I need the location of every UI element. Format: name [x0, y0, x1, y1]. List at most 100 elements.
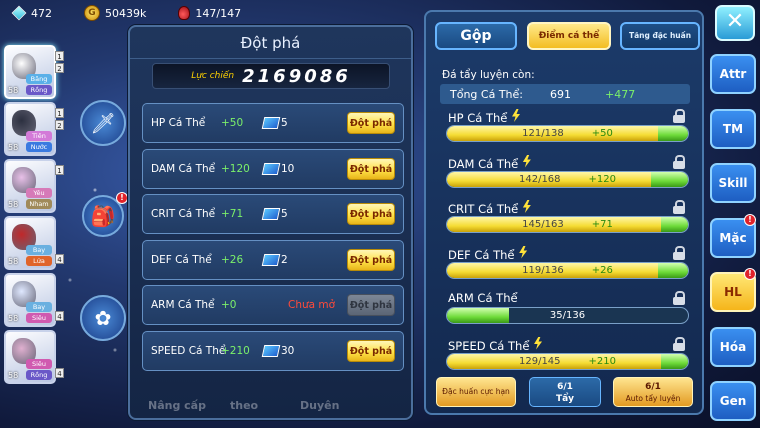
bag-notification-badge: ! [116, 192, 128, 204]
pet-card[interactable]: 58 Tiên Nước 1 2 [4, 102, 64, 156]
stat-name: DEF Cá Thể [151, 253, 212, 266]
pet-card[interactable]: 58 Siêu Rồng 4 [4, 330, 64, 384]
stat-bar-bonus: +71 [591, 219, 613, 230]
pet-slot-number: 1 [55, 108, 64, 118]
sword-icon: 🗡 [90, 111, 116, 135]
stat-label: HP Cá Thể [448, 109, 521, 125]
scroll-cost: 5 [261, 208, 288, 220]
side-tab-attr[interactable]: Attr [710, 54, 756, 94]
stat-name: CRIT Cá Thể [151, 208, 216, 220]
breakthrough-button[interactable]: Đột phá [347, 294, 395, 316]
bolt-icon [534, 336, 543, 350]
gold-count: 50439k [105, 6, 147, 20]
breakthrough-row: CRIT Cá Thể +71 5 Đột phá [142, 194, 404, 234]
individual-points-panel: Gộp Điểm cá thể Tăng đặc huấn Đá tẩy luy… [424, 10, 704, 415]
tab-special-training[interactable]: Tăng đặc huấn [620, 22, 700, 50]
gem-counter: 472 [11, 5, 52, 21]
pet-type-primary: Bay [26, 302, 52, 312]
wash-button[interactable]: 6/1 Tẩy [529, 377, 601, 407]
side-tab-hóa[interactable]: Hóa [710, 326, 756, 367]
stat-label: SPEED Cá Thể [448, 336, 543, 353]
pet-slot-number: 1 [55, 165, 64, 175]
wash-count: 6/1 [557, 382, 573, 392]
scroll-qty: 5 [281, 208, 288, 220]
lock-icon[interactable] [673, 109, 685, 123]
total-label: Tổng Cá Thể: [450, 87, 523, 101]
lock-icon[interactable] [673, 154, 685, 169]
stat-bar-text: 119/136 +26 [447, 263, 688, 278]
combat-power: Lực chiến 2169086 [152, 63, 390, 89]
pet-type-secondary: Lửa [26, 256, 52, 266]
stat-row: SPEED Cá Thể 129/145 +210 [446, 336, 691, 379]
pet-type-primary: Băng [26, 74, 52, 84]
breakthrough-row: DAM Cá Thể +120 10 Đột phá [142, 148, 404, 189]
lock-icon[interactable] [673, 291, 685, 305]
side-tab-label: Mặc [719, 230, 747, 245]
stat-bar-text: 35/136 [447, 308, 688, 323]
stat-value: 35/136 [549, 310, 586, 321]
sword-skill-button[interactable]: 🗡 [80, 100, 126, 146]
bag-icon: 🎒 [90, 204, 116, 228]
side-tab-label: Gen [719, 394, 747, 408]
stat-value: 119/136 [522, 264, 564, 276]
stat-bonus: +120 [221, 162, 250, 175]
scroll-cost: 10 [261, 162, 294, 175]
auto-wash-button[interactable]: 6/1 Auto tẩy luyện [613, 377, 693, 407]
extreme-training-button[interactable]: Đặc huấn cực hạn [436, 377, 516, 407]
combat-power-value: 2169086 [242, 65, 351, 87]
total-bonus: +477 [605, 87, 636, 101]
total-stats: Tổng Cá Thể: 691 +477 [440, 84, 690, 104]
stat-bar: 35/136 [446, 307, 689, 324]
stat-bar: 121/138 +50 [446, 125, 689, 142]
breakthrough-button[interactable]: Đột phá [347, 339, 395, 362]
pet-card[interactable]: 58 Bay Siêu 4 [4, 273, 64, 327]
stat-bar-text: 142/168 +120 [447, 172, 688, 187]
pet-card[interactable]: 58 Bay Lửa 4 [4, 216, 64, 270]
auto-wash-label: Auto tẩy luyện [625, 394, 681, 403]
scroll-cost: 30 [261, 344, 294, 357]
breakthrough-row: DEF Cá Thể +26 2 Đột phá [142, 239, 404, 280]
pet-card[interactable]: 58 Băng Rồng 1 2 [4, 45, 64, 99]
gem-icon [11, 5, 27, 21]
breakthrough-row: HP Cá Thể +50 5 Đột phá [142, 103, 404, 143]
breakthrough-button[interactable]: Đột phá [347, 203, 395, 225]
lock-icon[interactable] [673, 336, 685, 351]
breakthrough-button[interactable]: Đột phá [347, 112, 395, 134]
stat-bar: 119/136 +26 [446, 261, 689, 279]
breakthrough-row: SPEED Cá Thể +210 30 Đột phá [142, 330, 404, 371]
stat-name: DAM Cá Thể [448, 156, 519, 171]
stat-bonus: +210 [221, 344, 250, 357]
pet-card[interactable]: 58 Yêu Nham 1 [4, 159, 64, 213]
side-tab-tm[interactable]: TM [710, 108, 756, 149]
stat-bar-bonus: +26 [591, 264, 613, 276]
close-button[interactable]: ✕ [715, 5, 755, 41]
panel-title: Đột phá [130, 27, 411, 59]
tab-individual-points[interactable]: Điểm cá thể [527, 22, 611, 50]
side-tab-gen[interactable]: Gen [710, 381, 756, 421]
bolt-icon [522, 154, 531, 168]
locked-status: Chưa mở [288, 299, 336, 311]
side-tab-skill[interactable]: Skill [710, 163, 756, 203]
scroll-qty: 5 [281, 117, 288, 129]
ghost-label-upgrade: Nâng cấp [148, 399, 206, 412]
stat-bar-text: 129/145 +210 [447, 354, 688, 369]
stat-bar-text: 121/138 +50 [447, 126, 688, 141]
stat-name: HP Cá Thể [448, 111, 508, 125]
pet-level: 58 [8, 257, 19, 266]
stat-label: CRIT Cá Thể [448, 200, 532, 216]
pet-level: 58 [8, 200, 19, 209]
breakthrough-button[interactable]: Đột phá [347, 157, 395, 180]
tab-merge[interactable]: Gộp [435, 22, 517, 50]
stat-value: 145/163 [522, 219, 564, 230]
stat-bar-bonus: +210 [588, 355, 616, 367]
stat-name: ARM Cá Thể [151, 299, 215, 311]
scroll-cost: 5 [261, 117, 288, 129]
stat-name: CRIT Cá Thể [448, 202, 519, 216]
breakthrough-button[interactable]: Đột phá [347, 248, 395, 271]
pet-type-secondary: Nham [26, 199, 52, 209]
total-value: 691 [550, 87, 571, 101]
lock-icon[interactable] [673, 200, 685, 214]
element-wheel-button[interactable]: ✿ [80, 295, 126, 341]
breakthrough-panel: Đột phá Lực chiến 2169086 HP Cá Thể +50 … [128, 25, 413, 420]
lock-icon[interactable] [673, 245, 685, 260]
